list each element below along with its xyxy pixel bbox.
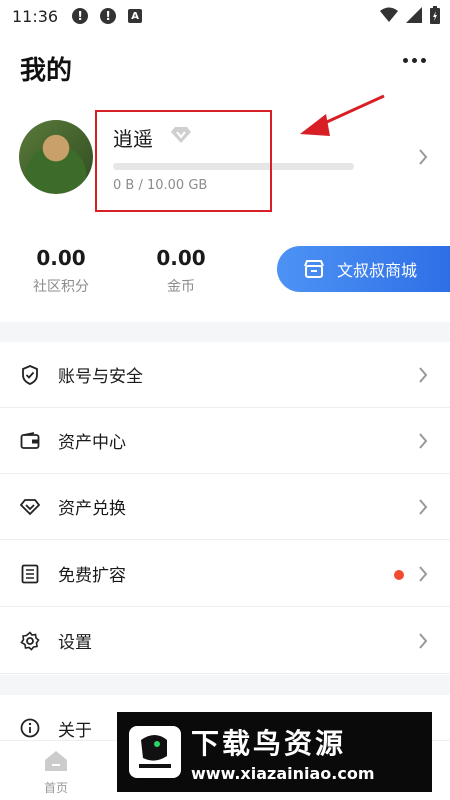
menu-item-account-security[interactable]: 账号与安全	[0, 342, 450, 408]
coins-stat[interactable]: 0.00 金币	[144, 246, 218, 296]
chevron-right-icon	[419, 367, 428, 383]
menu-item-label: 资产兑换	[58, 499, 126, 519]
menu-item-free-expansion[interactable]: 免费扩容	[0, 541, 450, 607]
alert-icon: !	[72, 8, 89, 24]
app-notification-icon: A	[128, 9, 143, 23]
dot-icon	[421, 58, 426, 63]
menu-item-label: 免费扩容	[58, 566, 126, 586]
annotation-arrow-icon	[300, 94, 385, 136]
dot-icon	[403, 58, 408, 63]
gear-icon	[20, 630, 40, 651]
coins-label: 金币	[167, 279, 195, 295]
chevron-right-icon	[419, 566, 428, 582]
chevron-right-icon	[419, 499, 428, 515]
info-icon	[20, 718, 40, 738]
chevron-right-icon[interactable]	[418, 148, 428, 166]
menu-item-label: 资产中心	[58, 433, 126, 453]
alert-icon: !	[100, 8, 117, 24]
menu-item-label: 关于	[58, 720, 92, 741]
shield-icon	[20, 364, 40, 385]
section-divider	[0, 322, 450, 342]
bird-logo-icon	[129, 726, 181, 778]
community-points-stat[interactable]: 0.00 社区积分	[24, 246, 98, 296]
wallet-icon	[20, 431, 40, 451]
tab-home[interactable]: 首页	[34, 749, 78, 796]
menu-item-settings[interactable]: 设置	[0, 608, 450, 674]
more-options-button[interactable]	[403, 58, 426, 63]
store-icon	[303, 259, 325, 279]
chevron-right-icon	[419, 633, 428, 649]
tab-home-label: 首页	[43, 781, 68, 795]
list-icon	[20, 564, 40, 584]
notification-dot-badge	[394, 570, 404, 580]
menu-item-label: 设置	[58, 633, 92, 653]
watermark-title: 下载鸟资源	[191, 726, 347, 760]
battery-icon	[430, 6, 440, 24]
wifi-icon	[380, 7, 398, 22]
community-points-value: 0.00	[36, 246, 86, 270]
annotation-highlight-box	[95, 110, 272, 212]
shop-button[interactable]: 文叔叔商城	[277, 246, 450, 292]
dot-icon	[412, 58, 417, 63]
section-divider	[0, 675, 450, 695]
shop-button-label: 文叔叔商城	[337, 261, 418, 280]
menu-item-asset-center[interactable]: 资产中心	[0, 408, 450, 474]
page-title: 我的	[20, 56, 73, 86]
home-icon	[45, 751, 67, 771]
chevron-right-icon	[419, 433, 428, 449]
status-time: 11:36	[12, 6, 59, 26]
watermark-banner: 下载鸟资源 www.xiazainiao.com	[117, 712, 432, 792]
diamond-icon	[20, 497, 40, 517]
watermark-url: www.xiazainiao.com	[191, 763, 375, 783]
menu-item-label: 账号与安全	[58, 367, 143, 387]
menu-item-asset-exchange[interactable]: 资产兑换	[0, 474, 450, 540]
avatar[interactable]	[19, 120, 93, 194]
coins-value: 0.00	[156, 246, 206, 270]
community-points-label: 社区积分	[33, 279, 89, 295]
status-bar: 11:36 ! ! A	[0, 0, 450, 32]
signal-icon	[406, 7, 422, 23]
